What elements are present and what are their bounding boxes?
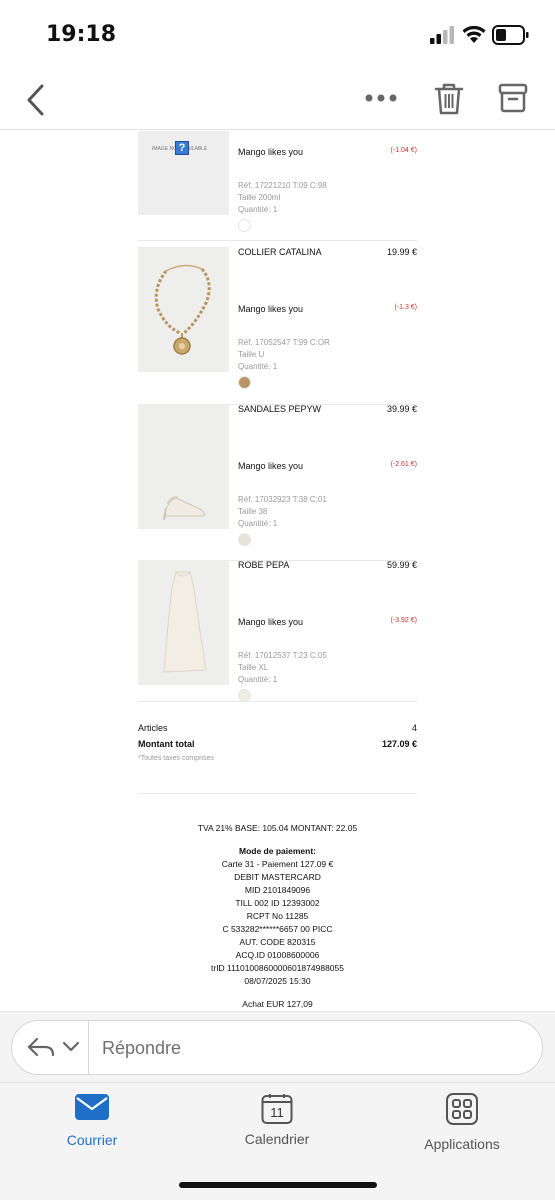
battery-icon <box>492 25 529 45</box>
tab-label: Applications <box>424 1136 500 1152</box>
item-qty: Quantité: 1 <box>238 675 278 684</box>
tab-mail[interactable]: Courrier <box>22 1093 162 1148</box>
product-image: IMAGE NOT AVAILABLE ? <box>138 131 229 215</box>
total-row: Montant total 127.09 € <box>138 739 417 753</box>
promo-label: Mango likes you <box>238 147 304 157</box>
missing-image-icon: ? <box>175 141 189 155</box>
item-name: SANDALES PEPYW <box>238 404 322 414</box>
item-price: 19.99 € <box>386 247 417 257</box>
item-details: Réf. 17052547 T:99 C:OR Taille U Quantit… <box>238 337 330 373</box>
discount-amount: (-3.92 €) <box>390 617 417 624</box>
status-bar: 19:18 <box>0 0 555 70</box>
tab-label: Courrier <box>66 1132 118 1148</box>
discount-amount: (-1.04 €) <box>390 147 417 154</box>
mail-toolbar <box>0 70 555 130</box>
email-body[interactable]: IMAGE NOT AVAILABLE ? Mango likes you (-… <box>0 131 555 1011</box>
receipt-line: Carte 31 - Paiement 127.09 € <box>221 859 334 869</box>
tax-note: *Toutes taxes comprises <box>138 755 214 762</box>
item-ref: Réf. 17032923 T:38 C:01 <box>238 495 327 504</box>
receipt-line: ACQ.ID 01008600006 <box>235 950 320 960</box>
sandal-photo <box>163 496 205 521</box>
purchase-total-line: Achat EUR 127,09 <box>242 999 313 1009</box>
receipt-line: C 533282******6657 00 PICC <box>222 924 333 934</box>
back-chevron-icon[interactable] <box>22 80 48 120</box>
divider <box>88 1021 89 1074</box>
receipt-line: AUT. CODE 820315 <box>239 937 316 947</box>
product-image <box>138 247 229 372</box>
item-qty: Quantité: 1 <box>238 205 278 214</box>
trash-icon[interactable] <box>434 82 464 116</box>
color-swatch <box>238 219 251 232</box>
promo-label: Mango likes you <box>238 461 304 471</box>
item-size: Taille 38 <box>238 507 268 516</box>
reply-icon[interactable] <box>26 1035 56 1059</box>
articles-value: 4 <box>411 723 417 733</box>
receipt-line: DEBIT MASTERCARD <box>234 872 321 882</box>
item-price: 59.99 € <box>386 560 417 570</box>
tab-calendar[interactable]: 11 Calendrier <box>207 1093 347 1147</box>
total-label: Montant total <box>138 739 195 749</box>
item-name: ROBE PEPA <box>238 560 290 570</box>
total-value: 127.09 € <box>381 739 417 749</box>
home-indicator <box>179 1182 377 1188</box>
divider <box>138 793 417 794</box>
tab-label: Calendrier <box>244 1131 310 1147</box>
item-ref: Réf. 17052547 T:99 C:OR <box>238 338 330 347</box>
divider <box>138 701 417 702</box>
mail-icon <box>75 1094 109 1120</box>
item-name: COLLIER CATALINA <box>238 247 322 257</box>
color-swatch <box>238 533 251 546</box>
product-image <box>138 404 229 529</box>
articles-row: Articles 4 <box>138 723 417 737</box>
divider <box>138 240 417 241</box>
reply-bar: Répondre <box>0 1011 555 1082</box>
receipt-line: trID 1110100860000601874988055 <box>211 963 344 973</box>
receipt-line: MID 2101849096 <box>244 885 311 895</box>
necklace-photo <box>154 264 211 355</box>
apps-grid-icon <box>446 1093 478 1125</box>
articles-label: Articles <box>138 723 168 733</box>
item-qty: Quantité: 1 <box>238 362 278 371</box>
receipt-line: RCPT No 11285 <box>246 911 309 921</box>
calendar-icon: 11 <box>261 1093 293 1125</box>
promo-label: Mango likes you <box>238 304 304 314</box>
more-options-icon[interactable] <box>364 88 398 108</box>
product-image <box>138 560 229 685</box>
discount-amount: (-2.61 €) <box>390 461 417 468</box>
reply-input[interactable]: Répondre <box>102 1038 181 1059</box>
item-size: Taille U <box>238 350 265 359</box>
item-ref: Réf. 17221210 T:09 C:98 <box>238 181 327 190</box>
tva-line: TVA 21% BASE: 105.04 MONTANT: 22.05 <box>197 823 358 833</box>
reply-box[interactable]: Répondre <box>11 1020 543 1075</box>
item-details: Réf. 17221210 T:09 C:98 Taille 200ml Qua… <box>238 180 327 216</box>
item-details: Réf. 17012537 T:23 C:05 Taille XL Quanti… <box>238 650 327 686</box>
item-price: 39.99 € <box>386 404 417 414</box>
promo-label: Mango likes you <box>238 617 304 627</box>
item-details: Réf. 17032923 T:38 C:01 Taille 38 Quanti… <box>238 494 327 530</box>
status-time: 19:18 <box>46 22 117 47</box>
payment-receipt: TVA 21% BASE: 105.04 MONTANT: 22.05 Mode… <box>0 822 555 1011</box>
receipt-line: 08/07/2025 15:30 <box>244 976 311 986</box>
item-size: Taille 200ml <box>238 193 281 202</box>
wifi-icon <box>462 25 486 43</box>
payment-title: Mode de paiement: <box>239 846 316 856</box>
calendar-day: 11 <box>270 1105 284 1120</box>
item-size: Taille XL <box>238 663 269 672</box>
tab-applications[interactable]: Applications <box>392 1093 532 1152</box>
dress-photo <box>163 571 207 673</box>
item-qty: Quantité: 1 <box>238 519 278 528</box>
discount-amount: (-1.3 €) <box>394 304 417 311</box>
item-ref: Réf. 17012537 T:23 C:05 <box>238 651 327 660</box>
chevron-down-icon[interactable] <box>62 1041 80 1053</box>
color-swatch <box>238 376 251 389</box>
cellular-signal-icon <box>430 26 454 44</box>
archive-icon[interactable] <box>498 82 528 114</box>
receipt-line: TILL 002 ID 12393002 <box>235 898 320 908</box>
